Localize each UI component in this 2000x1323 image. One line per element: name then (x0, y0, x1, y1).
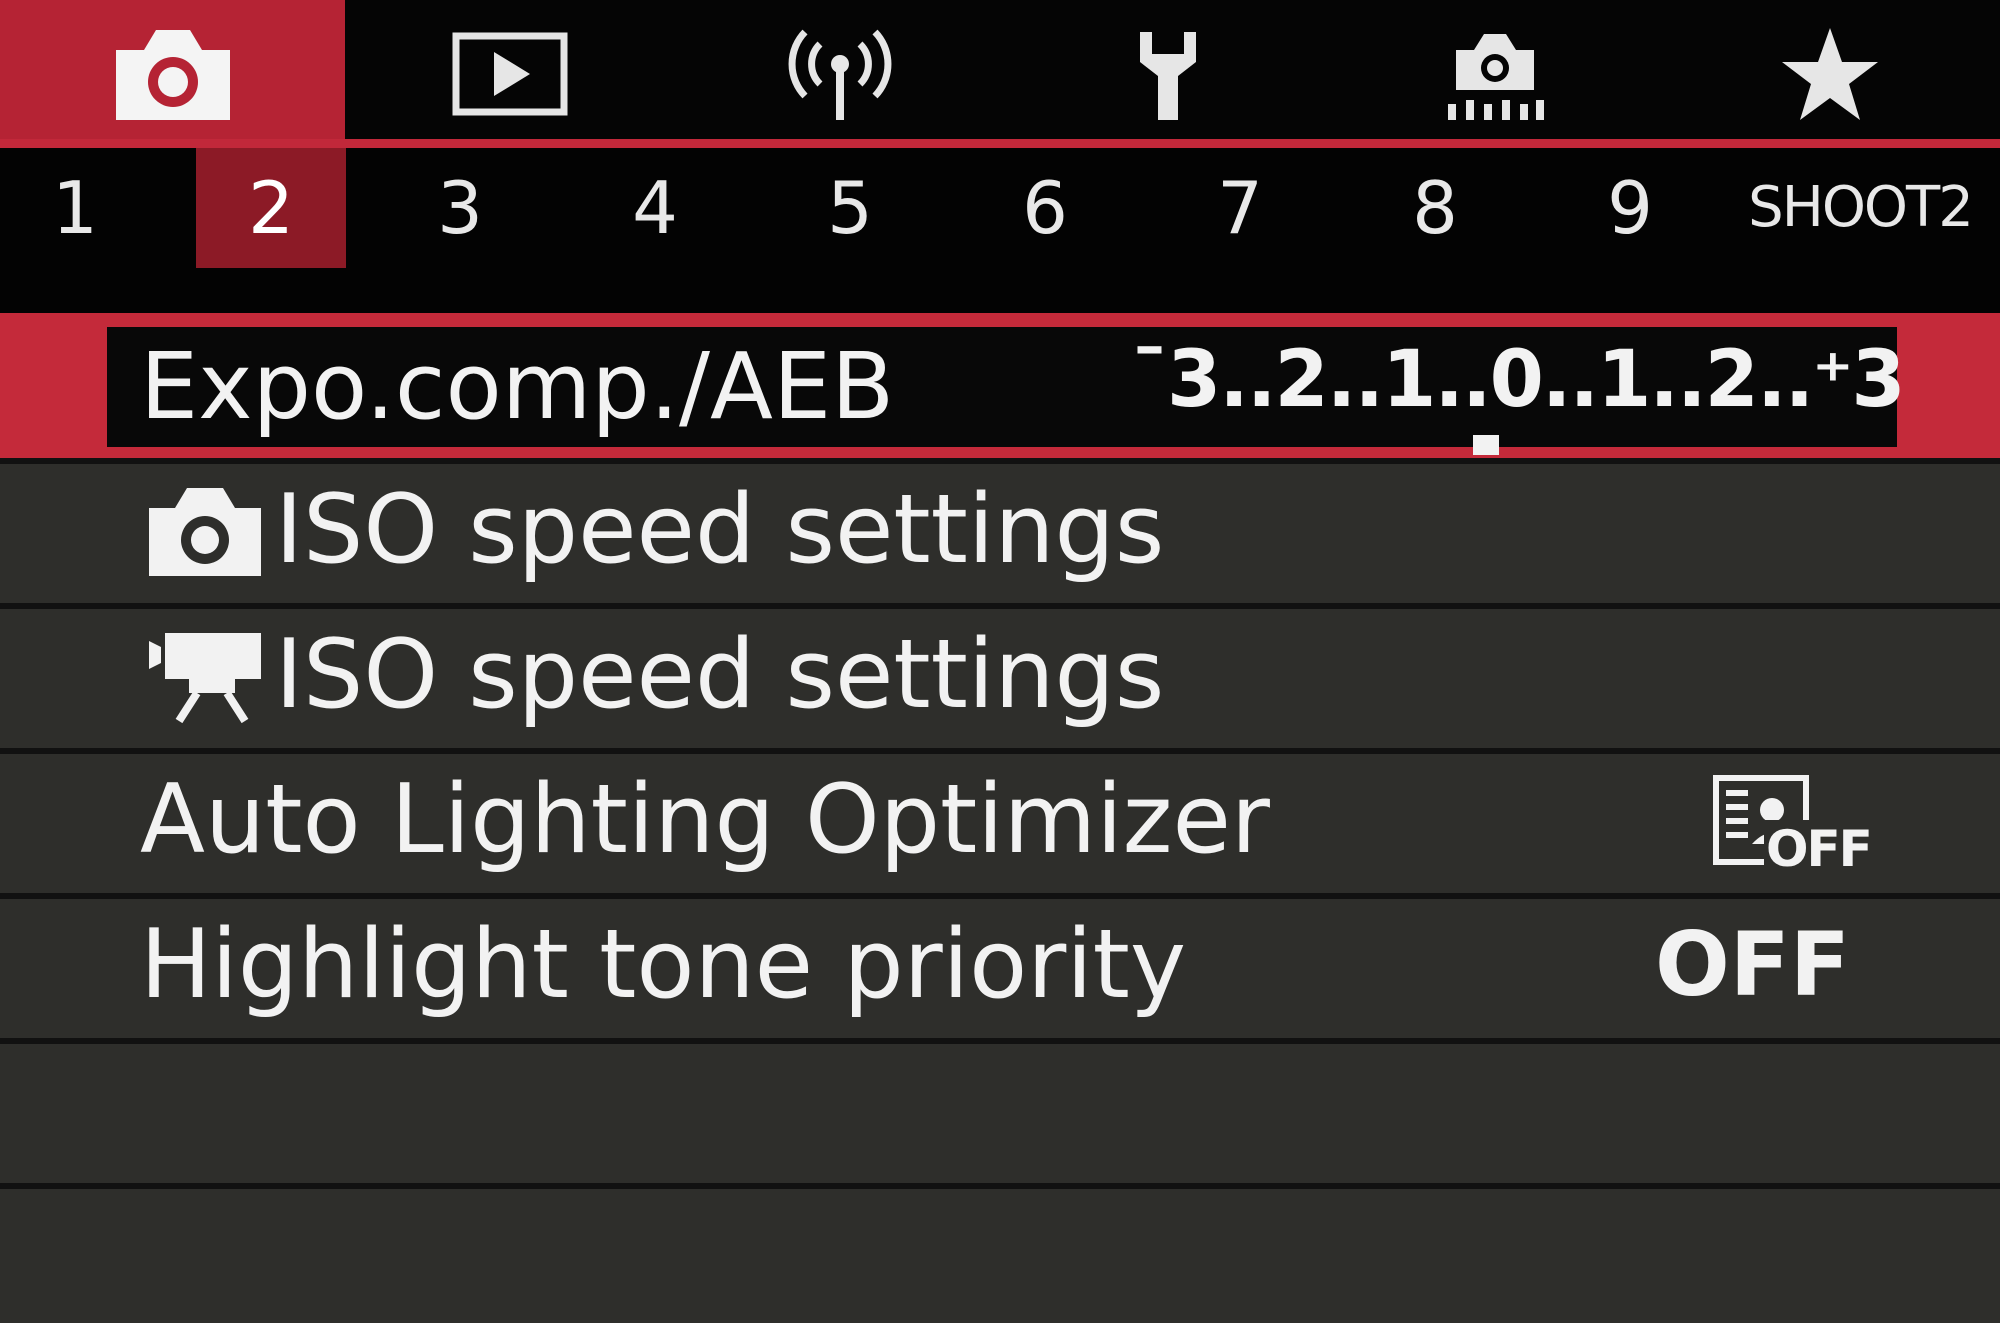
page-tab-7[interactable]: 7 (1185, 148, 1295, 268)
exposure-scale-text: ¯3..2..1..0..1..2..⁺3 (1130, 335, 1906, 425)
page-tab-1[interactable]: 1 (20, 148, 130, 268)
tab-setup[interactable] (1090, 0, 1250, 148)
star-icon (1782, 28, 1878, 120)
tab-shooting[interactable] (0, 0, 345, 148)
alo-off-icon: OFF (1712, 774, 1873, 888)
page-tab-bar: 1 2 3 4 5 6 7 8 9 SHOOT2 (0, 148, 2000, 313)
menu-item-iso-photo[interactable]: ISO speed settings (0, 458, 2000, 603)
camera-custom-icon (1448, 34, 1544, 120)
page-tab-4[interactable]: 4 (600, 148, 710, 268)
camera-icon (115, 30, 230, 120)
iso-photo-label: ISO speed settings (275, 475, 1165, 585)
menu-row-empty (0, 1183, 2000, 1323)
page-tab-8[interactable]: 8 (1380, 148, 1490, 268)
camera-icon (149, 488, 261, 576)
tab-wireless[interactable] (760, 0, 920, 148)
alo-label: Auto Lighting Optimizer (140, 765, 1270, 875)
wrench-icon (1140, 32, 1196, 120)
tab-bar-underline (0, 139, 2000, 148)
playback-icon (452, 32, 568, 116)
menu-item-auto-lighting-optimizer[interactable]: Auto Lighting Optimizer OFF (0, 748, 2000, 893)
tab-my-menu[interactable] (1750, 0, 1910, 148)
alo-off-text: OFF (1764, 820, 1873, 878)
wireless-icon (788, 29, 892, 120)
htp-label: Highlight tone priority (140, 910, 1187, 1020)
category-tab-bar (0, 0, 2000, 148)
page-tab-3[interactable]: 3 (405, 148, 515, 268)
page-name: SHOOT2 (1748, 175, 1974, 240)
menu-item-expo-comp-aeb[interactable]: Expo.comp./AEB ¯3..2..1..0..1..2..⁺3 (0, 313, 2000, 458)
page-tab-9[interactable]: 9 (1575, 148, 1685, 268)
exposure-pointer (1473, 435, 1499, 455)
expo-comp-label: Expo.comp./AEB (140, 333, 895, 440)
menu-row-empty (0, 1038, 2000, 1183)
menu-item-highlight-tone-priority[interactable]: Highlight tone priority OFF (0, 893, 2000, 1038)
iso-movie-label: ISO speed settings (275, 620, 1165, 730)
page-tab-5[interactable]: 5 (795, 148, 905, 268)
tab-custom-functions[interactable] (1415, 0, 1575, 148)
htp-value: OFF (1654, 913, 1850, 1016)
movie-camera-icon (149, 633, 261, 724)
tab-playback[interactable] (430, 0, 590, 148)
page-tab-2[interactable]: 2 (196, 148, 346, 268)
exposure-scale: ¯3..2..1..0..1..2..⁺3 (1130, 327, 1906, 455)
menu-item-iso-movie[interactable]: ISO speed settings (0, 603, 2000, 748)
page-tab-6[interactable]: 6 (990, 148, 1100, 268)
